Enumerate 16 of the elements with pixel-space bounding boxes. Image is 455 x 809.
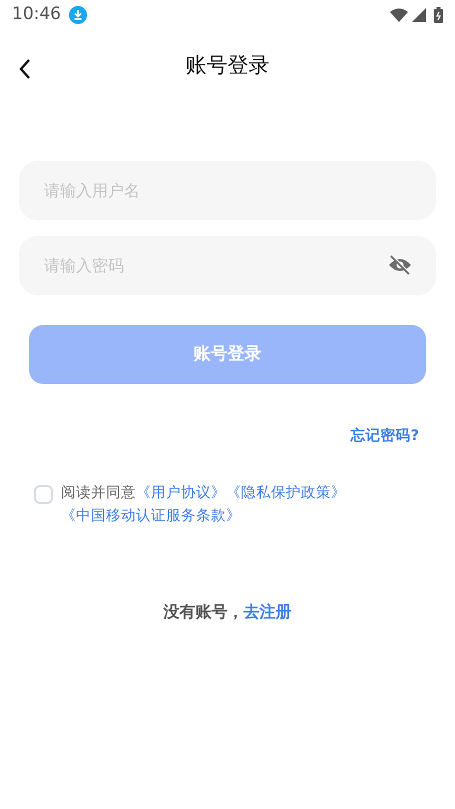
wifi-icon	[390, 8, 408, 22]
agreement-link[interactable]: 《中国移动认证服务条款》	[61, 508, 241, 524]
back-icon	[18, 58, 32, 80]
status-time: 10:46	[12, 3, 61, 26]
eye-off-icon[interactable]	[388, 255, 412, 275]
agreement-link[interactable]: 《用户协议》	[136, 484, 226, 501]
agreement-text: 阅读并同意《用户协议》《隐私保护政策》 《中国移动认证服务条款》	[61, 484, 347, 526]
signal-icon	[412, 8, 426, 22]
battery-icon	[434, 7, 443, 23]
download-icon	[69, 6, 87, 24]
forgot-password-link[interactable]: 忘记密码?	[350, 426, 419, 448]
register-prompt: 没有账号，	[164, 601, 244, 624]
register-link[interactable]: 去注册	[244, 600, 292, 624]
agreement-link[interactable]: 《隐私保护政策》	[226, 484, 346, 501]
agreement-checkbox[interactable]	[34, 484, 53, 504]
page-title: 账号登录	[186, 52, 270, 80]
